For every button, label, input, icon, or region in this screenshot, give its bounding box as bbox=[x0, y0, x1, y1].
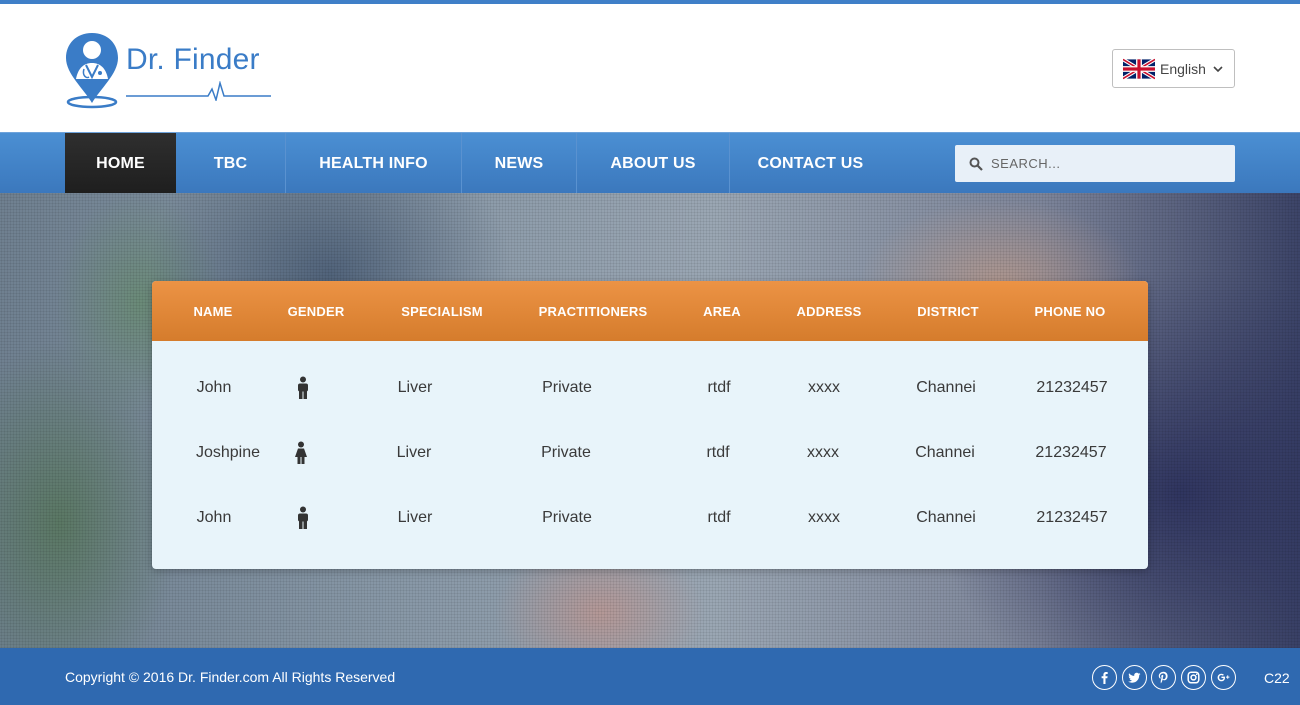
nav-item-tbc[interactable]: TBC bbox=[176, 133, 286, 194]
pinterest-icon[interactable] bbox=[1151, 665, 1176, 690]
instagram-icon[interactable] bbox=[1181, 665, 1206, 690]
male-icon bbox=[293, 355, 313, 420]
cell-address: xxxx bbox=[808, 509, 840, 526]
copyright-text: Copyright © 2016 Dr. Finder.com All Righ… bbox=[65, 669, 396, 685]
col-header-gender: GENDER bbox=[287, 304, 345, 319]
table-row[interactable]: John Liver Private rtdf xxxx Channei 212… bbox=[152, 355, 1148, 420]
search-input[interactable] bbox=[991, 148, 1221, 179]
cell-name: John bbox=[196, 379, 232, 396]
cell-phone: 21232457 bbox=[1035, 444, 1107, 461]
doctor-results-table: NAME GENDER SPECIALISM PRACTITIONERS ARE… bbox=[152, 281, 1148, 569]
cell-phone: 21232457 bbox=[1036, 509, 1108, 526]
site-header: Dr. Finder English bbox=[0, 4, 1300, 132]
table-row[interactable]: Joshpine Liver Private rtdf xxxx Channei… bbox=[152, 420, 1148, 485]
cell-district: Channei bbox=[916, 379, 976, 396]
cell-specialism: Liver bbox=[397, 379, 433, 396]
cell-practitioners: Private bbox=[542, 379, 592, 396]
male-icon bbox=[293, 485, 313, 550]
cell-name: John bbox=[196, 509, 232, 526]
cell-district: Channei bbox=[915, 444, 975, 461]
nav-item-home[interactable]: HOME bbox=[65, 133, 176, 194]
female-icon bbox=[291, 420, 311, 485]
google-plus-icon[interactable] bbox=[1211, 665, 1236, 690]
cell-area: rtdf bbox=[707, 379, 731, 396]
col-header-specialism: SPECIALISM bbox=[401, 304, 483, 319]
twitter-icon[interactable] bbox=[1122, 665, 1147, 690]
brand-name: Dr. Finder bbox=[126, 43, 260, 76]
language-selector[interactable]: English bbox=[1112, 49, 1235, 88]
cell-area: rtdf bbox=[706, 444, 730, 461]
cell-specialism: Liver bbox=[397, 509, 433, 526]
cell-address: xxxx bbox=[807, 444, 839, 461]
cell-practitioners: Private bbox=[542, 509, 592, 526]
cell-phone: 21232457 bbox=[1036, 379, 1108, 396]
col-header-address: ADDRESS bbox=[796, 304, 862, 319]
table-header: NAME GENDER SPECIALISM PRACTITIONERS ARE… bbox=[152, 281, 1148, 341]
nav-item-health-info[interactable]: HEALTH INFO bbox=[286, 133, 462, 194]
main-nav: HOME TBC HEALTH INFO NEWS ABOUT US CONTA… bbox=[0, 132, 1300, 194]
nav-item-contact-us[interactable]: CONTACT US bbox=[730, 133, 891, 194]
search-icon bbox=[969, 157, 983, 171]
nav-item-news[interactable]: NEWS bbox=[462, 133, 577, 194]
uk-flag-icon bbox=[1123, 57, 1155, 80]
col-header-name: NAME bbox=[193, 304, 233, 319]
col-header-practitioners: PRACTITIONERS bbox=[538, 304, 648, 319]
facebook-icon[interactable] bbox=[1092, 665, 1117, 690]
table-row[interactable]: John Liver Private rtdf xxxx Channei 212… bbox=[152, 485, 1148, 550]
site-footer: Copyright © 2016 Dr. Finder.com All Righ… bbox=[0, 648, 1300, 705]
cell-name: Joshpine bbox=[195, 444, 261, 461]
col-header-phone-no: PHONE NO bbox=[1034, 304, 1106, 319]
chevron-down-icon bbox=[1213, 65, 1223, 72]
cell-area: rtdf bbox=[707, 509, 731, 526]
footer-code: C22 bbox=[1264, 670, 1290, 686]
doctor-pin-logo-icon bbox=[66, 33, 118, 109]
cell-address: xxxx bbox=[808, 379, 840, 396]
language-label: English bbox=[1160, 60, 1206, 77]
nav-item-about-us[interactable]: ABOUT US bbox=[577, 133, 730, 194]
brand-logo[interactable]: Dr. Finder bbox=[64, 31, 274, 109]
cell-specialism: Liver bbox=[396, 444, 432, 461]
cell-district: Channei bbox=[916, 509, 976, 526]
search-box[interactable] bbox=[955, 145, 1235, 182]
cell-practitioners: Private bbox=[541, 444, 591, 461]
col-header-area: AREA bbox=[703, 304, 741, 319]
heartbeat-line-icon bbox=[126, 81, 271, 101]
col-header-district: DISTRICT bbox=[917, 304, 979, 319]
